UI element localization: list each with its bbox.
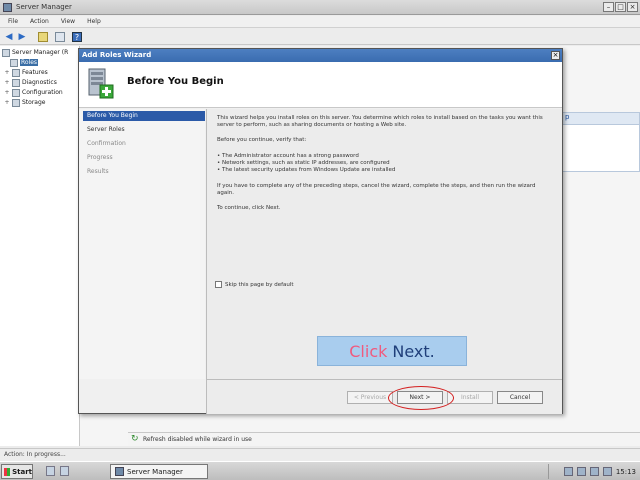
start-label: Start: [12, 467, 32, 476]
previous-button: < Previous: [347, 391, 393, 404]
refresh-icon: ↻: [131, 434, 139, 444]
toolbar: ◀ ▶ ?: [0, 29, 640, 45]
wizard-page-title: Before You Begin: [127, 76, 224, 87]
tree-item-storage[interactable]: + Storage: [4, 98, 45, 107]
refresh-status-text: Refresh disabled while wizard in use: [143, 436, 252, 443]
skip-page-checkbox[interactable]: [215, 281, 222, 288]
clock: 15:13: [615, 467, 636, 476]
menu-bar: File Action View Help: [0, 16, 640, 28]
wizard-titlebar: Add Roles Wizard ×: [79, 49, 562, 62]
refresh-bar: ↻ Refresh disabled while wizard in use: [128, 432, 640, 446]
tree-item-features[interactable]: + Features: [4, 68, 48, 77]
windows-logo-icon: [4, 467, 11, 476]
minimize-button[interactable]: –: [603, 2, 614, 12]
skip-page-label: Skip this page by default: [225, 281, 294, 288]
callout-click-word: Click: [349, 341, 388, 361]
wizard-button-bar: < Previous Next > Install Cancel: [206, 379, 562, 414]
wizard-steps-list: Before You Begin Server Roles Confirmati…: [79, 109, 205, 379]
callout-next-word: Next.: [392, 341, 435, 361]
quick-launch-server-manager-icon[interactable]: [46, 466, 55, 476]
wizard-header: Before You Begin: [79, 62, 562, 108]
tree-item-label: Configuration: [22, 89, 63, 96]
add-roles-wizard-dialog: Add Roles Wizard × Before You Begin Befo…: [78, 48, 563, 414]
step-confirmation: Confirmation: [87, 140, 126, 147]
system-tray: 15:13: [548, 464, 640, 479]
tree-item-configuration[interactable]: + Configuration: [4, 88, 63, 97]
quick-launch-desktop-icon[interactable]: [60, 466, 69, 476]
tree-item-roles[interactable]: Roles: [10, 58, 39, 67]
diagnostics-icon: [12, 78, 20, 87]
forward-arrow-icon[interactable]: ▶: [17, 32, 27, 42]
tree-item-diagnostics[interactable]: + Diagnostics: [4, 78, 57, 87]
cancel-note: If you have to complete any of the prece…: [217, 183, 536, 196]
taskbar: Start Server Manager 15:13: [0, 461, 640, 480]
bullet-network: • Network settings, such as static IP ad…: [217, 160, 390, 166]
navigation-tree: Server Manager (R Roles + Features + Dia…: [0, 46, 80, 446]
tree-item-label: Storage: [22, 99, 46, 106]
bullet-text: The Administrator account has a strong p…: [222, 153, 359, 159]
bullet-updates: • The latest security updates from Windo…: [217, 167, 396, 173]
wizard-title: Add Roles Wizard: [82, 51, 152, 59]
security-icon[interactable]: [576, 467, 586, 476]
wizard-content: This wizard helps you install roles on t…: [206, 109, 562, 379]
cancel-button[interactable]: Cancel: [497, 391, 543, 404]
tree-root[interactable]: Server Manager (R: [2, 48, 68, 57]
up-folder-icon[interactable]: [38, 32, 48, 42]
server-tray-icon[interactable]: [602, 467, 612, 476]
storage-icon: [12, 98, 20, 107]
network-icon[interactable]: [563, 467, 573, 476]
menu-help[interactable]: Help: [87, 18, 101, 25]
bullet-password: • The Administrator account has a strong…: [217, 153, 359, 159]
start-button[interactable]: Start: [1, 464, 33, 479]
bullet-text: The latest security updates from Windows…: [222, 167, 396, 173]
tree-item-label: Roles: [20, 59, 39, 66]
server-manager-titlebar: Server Manager – □ ×: [0, 0, 640, 15]
maximize-button[interactable]: □: [615, 2, 626, 12]
step-results: Results: [87, 168, 109, 175]
help-icon[interactable]: ?: [72, 32, 82, 42]
configuration-icon: [12, 88, 20, 97]
server-manager-title: Server Manager: [16, 3, 72, 11]
intro-text: This wizard helps you install roles on t…: [217, 115, 543, 128]
menu-file[interactable]: File: [8, 18, 18, 25]
taskbar-server-manager-button[interactable]: Server Manager: [110, 464, 208, 479]
status-bar: Action: In progress...: [0, 448, 640, 460]
server-manager-icon: [3, 3, 12, 12]
volume-icon[interactable]: [589, 467, 599, 476]
tree-item-label: Diagnostics: [22, 79, 57, 86]
window-controls: – □ ×: [603, 2, 638, 12]
expand-icon[interactable]: +: [4, 69, 10, 76]
next-highlight-oval: [388, 386, 454, 410]
server-manager-icon: [115, 467, 124, 476]
server-icon: [2, 48, 10, 57]
features-icon: [12, 68, 20, 77]
step-before-you-begin[interactable]: Before You Begin: [83, 111, 205, 121]
tutorial-callout: Click Next.: [317, 336, 467, 366]
server-roles-icon: [88, 68, 114, 99]
roles-icon: [10, 58, 18, 67]
expand-icon[interactable]: +: [4, 99, 10, 106]
back-arrow-icon[interactable]: ◀: [4, 32, 14, 42]
menu-view[interactable]: View: [61, 18, 75, 25]
expand-icon[interactable]: +: [4, 89, 10, 96]
verify-heading: Before you continue, verify that:: [217, 137, 307, 143]
step-server-roles[interactable]: Server Roles: [83, 125, 205, 135]
bullet-text: Network settings, such as static IP addr…: [222, 160, 390, 166]
tree-root-label: Server Manager (R: [12, 49, 69, 56]
tree-item-label: Features: [22, 69, 48, 76]
menu-action[interactable]: Action: [30, 18, 49, 25]
skip-page-option[interactable]: Skip this page by default: [215, 281, 294, 288]
expand-icon[interactable]: +: [4, 79, 10, 86]
task-label: Server Manager: [127, 467, 183, 476]
close-button[interactable]: ×: [627, 2, 638, 12]
panel-header: p: [563, 113, 639, 125]
show-hide-tree-icon[interactable]: [55, 32, 65, 42]
continue-text: To continue, click Next.: [217, 205, 281, 211]
roles-summary-panel: p: [562, 112, 640, 172]
step-progress: Progress: [87, 154, 113, 161]
wizard-close-button[interactable]: ×: [551, 51, 560, 60]
